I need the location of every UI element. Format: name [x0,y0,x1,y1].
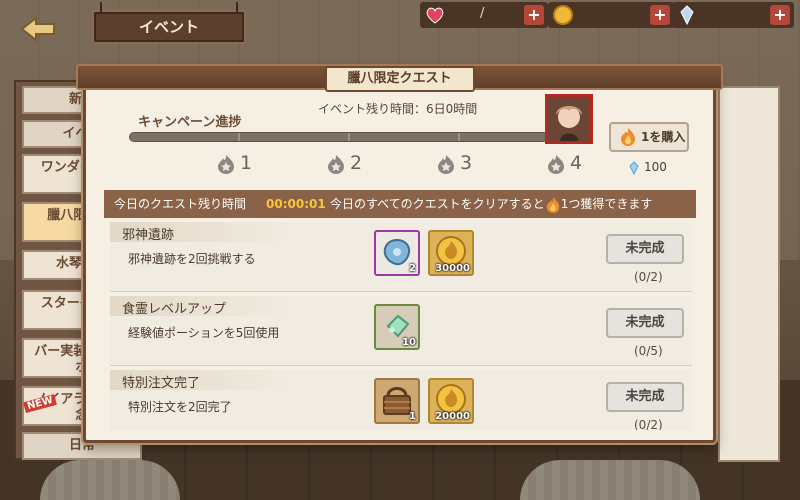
gold-resource: + [548,2,674,28]
milestone-1[interactable]: 1 [214,152,264,175]
stamina-resource: / + [420,2,548,28]
quest-list: 邪神遺跡 邪神遺跡を2回挑戦する 2 30000 未完成 (0/2) 食霊レベル… [104,222,696,430]
milestone-4[interactable]: 4 [544,152,594,175]
gem-icon [629,161,639,175]
quest-progress: (0/2) [634,418,663,430]
reward-quantity: 30000 [435,263,470,274]
quest-progress: (0/5) [634,344,663,358]
gem-resource: + [672,2,794,28]
progress-tick [348,133,350,141]
progress-tick [458,133,460,141]
milestone-3[interactable]: 3 [434,152,484,175]
back-button[interactable] [18,14,58,44]
daily-timer: 00:00:01 [266,197,326,211]
milestone-number: 1 [240,152,253,174]
milestone-2[interactable]: 2 [324,152,374,175]
daily-clear-reward-info: 今日のすべてのクエストをクリアすると 1つ獲得できます [330,190,652,218]
milestone-number: 3 [460,152,473,174]
gem-icon [680,5,694,26]
quest-progress: (0/2) [634,270,663,284]
reward-character-avatar[interactable] [545,94,593,144]
campaign-progress-label: キャンペーン進捗 [138,115,242,130]
buy-flame-button[interactable]: 1を購入 [609,122,689,152]
event-title-sign: イベント [92,2,246,44]
progress-tick [238,133,240,141]
daily-info-text: 今日のすべてのクエストをクリアすると [330,197,545,211]
quest-description: 特別注文を2回完了 [128,400,232,414]
reward-item[interactable]: 1 [374,378,420,424]
event-time-left: イベント残り時間：6日0時間 [318,102,478,116]
quest-status-button[interactable]: 未完成 [606,234,684,264]
flame-icon [438,155,454,174]
gold-coin-icon [553,5,573,25]
daily-info-suffix: 1つ獲得できます [560,197,653,211]
buy-button-label: 1を購入 [641,130,686,144]
flame-icon [548,155,564,174]
back-arrow-icon [20,15,55,43]
heart-icon [426,7,444,24]
quest-description: 経験値ポーションを5回使用 [128,326,280,340]
reward-quantity: 1 [409,411,416,422]
reward-item[interactable]: 20000 [428,378,474,424]
flame-icon [328,155,344,174]
quest-item: 食霊レベルアップ 経験値ポーションを5回使用 10 未完成 (0/5) [110,296,692,366]
reward-item[interactable]: 30000 [428,230,474,276]
reward-quantity: 10 [402,337,416,348]
modal-title: 臘八限定クエスト [324,66,475,92]
daily-time-label: 今日のクエスト残り時間 [114,197,247,211]
quest-description: 邪神遺跡を2回挑戦する [128,252,256,266]
right-side-panel [718,86,780,462]
reward-item[interactable]: 10 [374,304,420,350]
milestone-number: 4 [570,152,583,174]
reward-item[interactable]: 2 [374,230,420,276]
add-stamina-button[interactable]: + [524,5,544,25]
flame-icon [621,128,635,146]
add-gem-button[interactable]: + [770,5,790,25]
campaign-progress-bar [129,132,549,142]
stamina-value: / [480,6,485,21]
quest-modal: 臘八限定クエスト キャンペーン進捗 イベント残り時間：6日0時間 1 2 3 4… [76,64,723,443]
reward-quantity: 2 [409,263,416,274]
character-portrait-icon [548,97,590,141]
flame-icon [218,155,234,174]
quest-status-button[interactable]: 未完成 [606,308,684,338]
flame-icon [546,196,559,213]
reward-quantity: 20000 [435,411,470,422]
quest-title: 邪神遺跡 [122,228,175,243]
daily-quest-bar: 今日のクエスト残り時間 00:00:01 今日のすべてのクエストをクリアすると … [104,190,696,218]
gem-cost-value: 100 [644,160,667,174]
quest-item: 特別注文完了 特別注文を2回完了 1 20000 未完成 (0/2) [110,370,692,430]
gem-cost: 100 [628,160,667,175]
quest-title: 特別注文完了 [122,376,201,391]
quest-title: 食霊レベルアップ [122,302,227,317]
milestone-number: 2 [350,152,363,174]
add-gold-button[interactable]: + [650,5,670,25]
quest-status-button[interactable]: 未完成 [606,382,684,412]
quest-item: 邪神遺跡 邪神遺跡を2回挑戦する 2 30000 未完成 (0/2) [110,222,692,292]
